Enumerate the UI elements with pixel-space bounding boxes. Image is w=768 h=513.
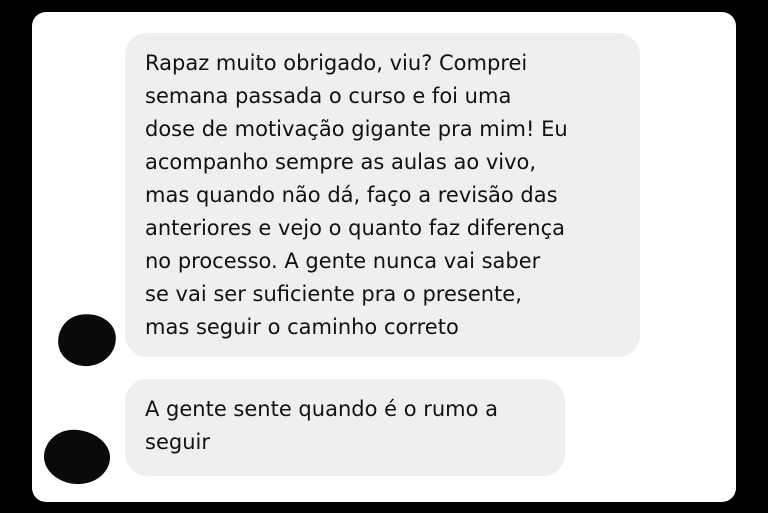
message-text-line: acompanho sempre as aulas ao vivo, — [145, 150, 537, 174]
message-text-line: mas quando não dá, faço a revisão das — [145, 183, 558, 207]
message-text-line: anteriores e vejo o quanto faz diferença — [145, 216, 566, 240]
chat-panel: Rapaz muito obrigado, viu? Comprei seman… — [32, 12, 736, 502]
message-text-line: se vai ser suficiente pra o presente, — [145, 282, 522, 306]
redacted-avatar[interactable] — [54, 310, 120, 370]
message-text-line: dose de motivação gigante pra mim! Eu — [145, 117, 568, 141]
message-text-line: Rapaz muito obrigado, viu? Comprei — [145, 51, 528, 75]
message-text-line: A gente sente quando é o rumo a — [145, 397, 499, 421]
message-bubble[interactable]: A gente sente quando é o rumo a seguir — [125, 379, 565, 476]
message-text-line: seguir — [145, 430, 210, 454]
message-bubble[interactable]: Rapaz muito obrigado, viu? Comprei seman… — [125, 33, 640, 357]
redacted-avatar[interactable] — [41, 426, 113, 488]
message-text-line: mas seguir o caminho correto — [145, 315, 459, 339]
message-text-line: semana passada o curso e foi uma — [145, 84, 512, 108]
message-text-line: no processo. A gente nunca vai saber — [145, 249, 541, 273]
